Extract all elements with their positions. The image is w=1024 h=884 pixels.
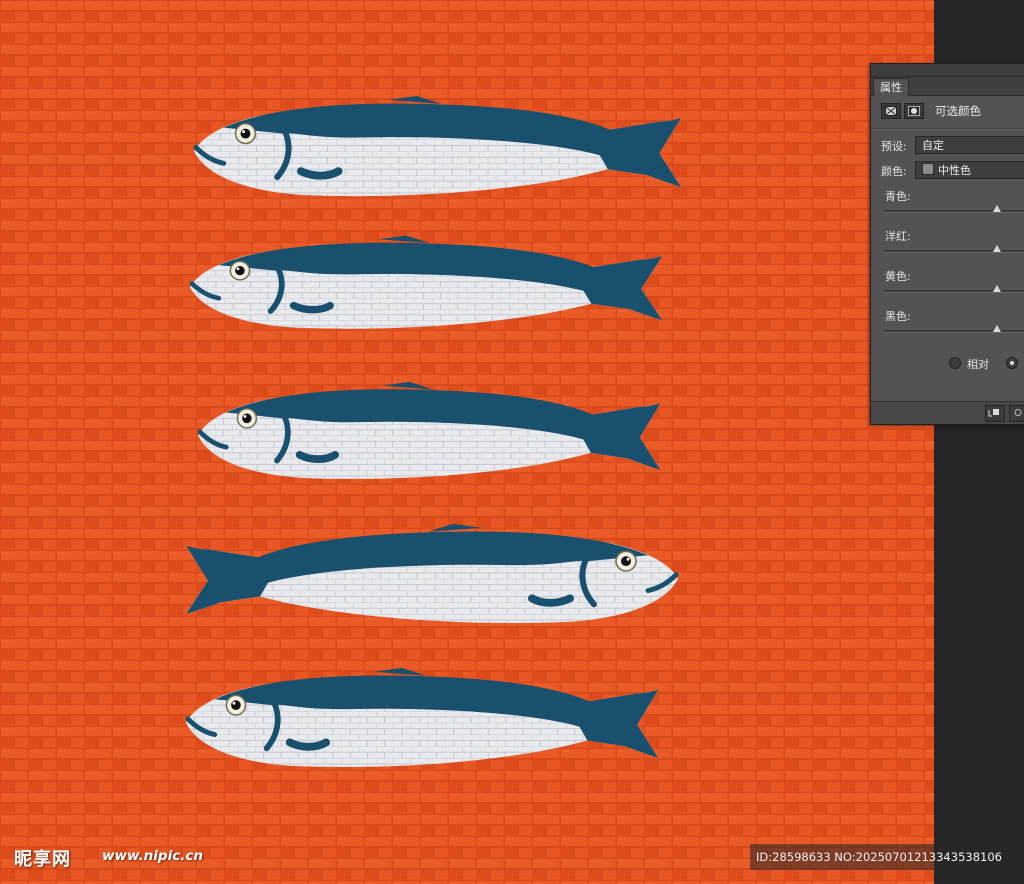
slider-thumb[interactable] (992, 205, 1001, 212)
slider-thumb[interactable] (992, 285, 1001, 292)
slider-black-label: 黑色: (885, 310, 911, 323)
adjustment-header: 可选颜色 (881, 102, 981, 120)
slider-thumb[interactable] (992, 245, 1001, 252)
radio-relative[interactable] (949, 357, 961, 369)
slider-black[interactable] (884, 325, 1024, 333)
radio-relative-label: 相对 (967, 358, 989, 371)
slider-thumb[interactable] (992, 325, 1001, 332)
panel-footer (871, 401, 1024, 424)
brick-texture (0, 0, 934, 884)
clip-to-layer-icon[interactable] (985, 405, 1005, 422)
watermark-url: www.nipic.cn (102, 848, 203, 864)
slider-yellow-label: 黄色: (885, 270, 911, 283)
panel-tab-bar: 属性 (871, 77, 1024, 96)
colors-dropdown[interactable]: 中性色 (915, 161, 1024, 179)
document-canvas[interactable]: 昵享网 www.nipic.cn (0, 0, 934, 884)
color-swatch (922, 163, 934, 175)
divider (871, 128, 1024, 130)
view-previous-icon[interactable] (1009, 405, 1024, 422)
slider-yellow[interactable] (884, 285, 1024, 293)
preset-dropdown[interactable]: 自定 (915, 136, 1024, 154)
tab-properties[interactable]: 属性 (873, 78, 909, 96)
slider-magenta[interactable] (884, 245, 1024, 253)
watermark-id: ID:28598633 NO:20250701213343538106 (750, 844, 1008, 870)
colors-label: 颜色: (881, 165, 907, 178)
adjustment-title: 可选颜色 (935, 104, 981, 118)
preset-value: 自定 (922, 139, 944, 152)
slider-cyan-label: 青色: (885, 190, 911, 203)
adjustment-layer-icon[interactable] (881, 103, 901, 119)
colors-value: 中性色 (938, 164, 971, 177)
panel-drag-bar[interactable] (871, 64, 1024, 77)
mask-icon[interactable] (904, 103, 924, 119)
preset-label: 预设: (881, 140, 907, 153)
slider-magenta-label: 洋红: (885, 230, 911, 243)
watermark-logo: 昵享网 (14, 849, 71, 870)
radio-absolute[interactable] (1006, 357, 1018, 369)
slider-cyan[interactable] (884, 205, 1024, 213)
properties-panel[interactable]: 属性 可选颜色 预设: 自定 颜色: 中性色 青色: 洋红: 黄色: 黑色: 相… (870, 63, 1024, 425)
